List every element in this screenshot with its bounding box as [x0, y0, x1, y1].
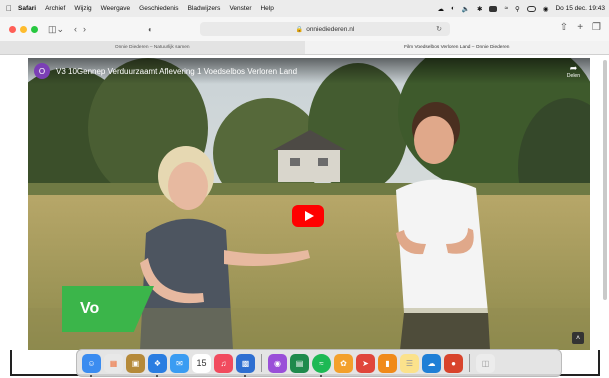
safari-toolbar: ◫⌄ ‹ › ◐ 🔒 onniediederen.nl ↻ ⇧ + ❐	[0, 17, 609, 41]
menu-archief[interactable]: Archief	[45, 5, 65, 12]
clock[interactable]: Do 15 dec. 19:43	[555, 5, 605, 12]
control-center-icon[interactable]	[526, 5, 536, 12]
numbers-icon[interactable]: ▤	[290, 353, 309, 373]
window-controls	[9, 25, 38, 33]
new-tab-icon[interactable]: +	[577, 22, 583, 33]
menu-bladwijzers[interactable]: Bladwijzers	[188, 5, 221, 12]
cloud-icon[interactable]: ☁	[422, 353, 441, 373]
scroll-up-icon[interactable]: ˄	[572, 332, 584, 344]
menu-bar:  Safari Archief Wijzig Weergave Geschie…	[0, 0, 609, 17]
mail-icon[interactable]: ✉	[170, 353, 189, 373]
office-icon[interactable]: ●	[444, 353, 463, 373]
safari-icon[interactable]: ❖	[148, 353, 167, 377]
tab-film-voedselbos[interactable]: Film Voedselbos Verloren Land – Onnie Di…	[304, 41, 609, 54]
dock-separator	[261, 354, 262, 372]
frame-left-line	[10, 350, 12, 376]
share-arrow-icon: ➦	[569, 63, 578, 73]
notes-folder-icon[interactable]: ▣	[126, 353, 145, 373]
battery-icon[interactable]	[489, 5, 498, 12]
finder-icon[interactable]: ☺	[82, 353, 101, 377]
calendar-day: 15	[196, 358, 207, 368]
photos-icon[interactable]: ✿	[334, 353, 353, 373]
video-title[interactable]: V3 10Gennep Verduurzaamt Aflevering 1 Vo…	[56, 67, 297, 76]
menu-help[interactable]: Help	[260, 5, 273, 12]
menu-venster[interactable]: Venster	[229, 5, 251, 12]
back-icon[interactable]: ‹	[74, 24, 77, 34]
play-button[interactable]	[292, 205, 324, 227]
trash-icon[interactable]: ◫	[476, 353, 495, 373]
music-icon[interactable]: ♫	[214, 353, 233, 373]
dock-separator-2	[469, 354, 470, 372]
share-icon[interactable]: ⇧	[560, 22, 568, 33]
share-button[interactable]: ➦ Delen	[566, 63, 580, 80]
play-icon	[304, 211, 314, 221]
keynote-icon[interactable]: ▩	[236, 353, 255, 377]
tab-overview-icon[interactable]: ❐	[592, 22, 601, 33]
menu-wijzig[interactable]: Wijzig	[74, 5, 91, 12]
apple-icon[interactable]: 	[6, 4, 12, 13]
spotify-icon[interactable]: ≈	[312, 353, 331, 377]
bluetooth-icon[interactable]: ✱	[477, 5, 482, 13]
share-label: Delen	[566, 73, 580, 79]
page-scrollbar[interactable]	[603, 60, 607, 300]
reload-icon[interactable]: ↻	[436, 25, 442, 33]
frame-right-line	[598, 350, 600, 376]
menu-geschiedenis[interactable]: Geschiedenis	[139, 5, 178, 12]
zoom-window-button[interactable]	[31, 25, 38, 33]
tab-onnie-diederen[interactable]: Onnie Diederen – Natuurlijk samen	[0, 41, 305, 54]
siri-icon[interactable]: ◉	[543, 5, 549, 13]
url-text: onniediederen.nl	[306, 25, 355, 33]
forward-icon[interactable]: ›	[83, 24, 86, 34]
app-icon[interactable]: ➤	[356, 353, 375, 373]
address-bar[interactable]: 🔒 onniediederen.nl ↻	[200, 22, 450, 36]
sidebar-toggle-icon[interactable]: ◫⌄	[48, 24, 64, 35]
spotlight-icon[interactable]: ⚲	[515, 5, 520, 13]
wifi-icon[interactable]: ≈	[504, 5, 508, 12]
volume-icon[interactable]: 🔈	[462, 5, 470, 13]
badge-text: Vo	[80, 300, 100, 317]
menu-safari[interactable]: Safari	[18, 5, 36, 12]
minimize-window-button[interactable]	[20, 25, 27, 33]
podcasts-icon[interactable]: ◉	[268, 353, 287, 373]
close-window-button[interactable]	[9, 25, 16, 33]
launchpad-icon[interactable]: ▦	[104, 353, 123, 373]
youtube-video-player[interactable]: O V3 10Gennep Verduurzaamt Aflevering 1 …	[28, 58, 590, 350]
tab-bar: Onnie Diederen – Natuurlijk samen Film V…	[0, 41, 609, 55]
status-area: ☁ ◐ 🔈 ✱ ≈ ⚲ ◉ Do 15 dec. 19:43	[437, 0, 605, 17]
calendar-icon[interactable]: 15	[192, 353, 211, 373]
channel-avatar[interactable]: O	[34, 63, 50, 79]
notes-icon[interactable]: ☰	[400, 353, 419, 373]
privacy-shield-icon[interactable]: ◐	[148, 25, 153, 34]
dock: ☺ ▦ ▣ ❖ ✉ 15 ♫ ▩ ◉ ▤ ≈ ✿ ➤ ▮ ☰ ☁ ● ◫	[76, 349, 562, 377]
menu-weergave[interactable]: Weergave	[101, 5, 131, 12]
books-icon[interactable]: ▮	[378, 353, 397, 373]
lock-icon: 🔒	[295, 26, 304, 33]
cloud-status-icon[interactable]: ☁	[437, 5, 444, 13]
focus-icon[interactable]: ◐	[451, 5, 455, 12]
